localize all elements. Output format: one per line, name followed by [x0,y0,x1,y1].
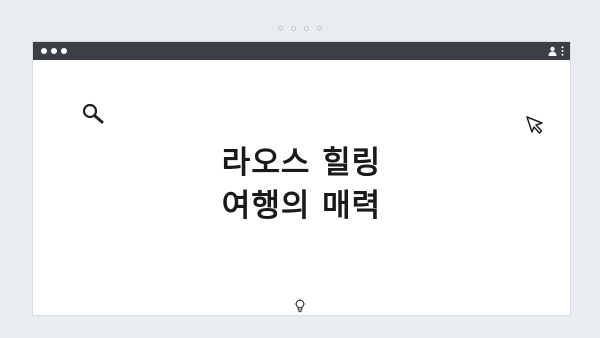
page-dot [291,26,296,31]
search-icon [81,102,105,128]
browser-window: 라오스 힐링 여행의 매력 [32,41,571,316]
page-dot [278,26,283,31]
user-icon[interactable] [548,46,557,56]
page-dot [317,26,322,31]
lightbulb-icon [294,298,306,317]
title-line-2: 여행의 매력 [221,188,382,224]
titlebar-actions [548,46,564,56]
page-dot [304,26,309,31]
page-indicator-dots [0,26,600,31]
title-line-1: 라오스 힐링 [221,145,382,181]
minimize-window-dot[interactable] [51,48,57,54]
window-controls [41,48,67,54]
cursor-icon [525,115,545,139]
slide-content: 라오스 힐링 여행의 매력 [33,60,570,317]
page-title: 라오스 힐링 여행의 매력 [33,142,570,228]
maximize-window-dot[interactable] [61,48,67,54]
kebab-menu-icon[interactable] [561,46,564,56]
close-window-dot[interactable] [41,48,47,54]
window-titlebar [33,42,570,60]
